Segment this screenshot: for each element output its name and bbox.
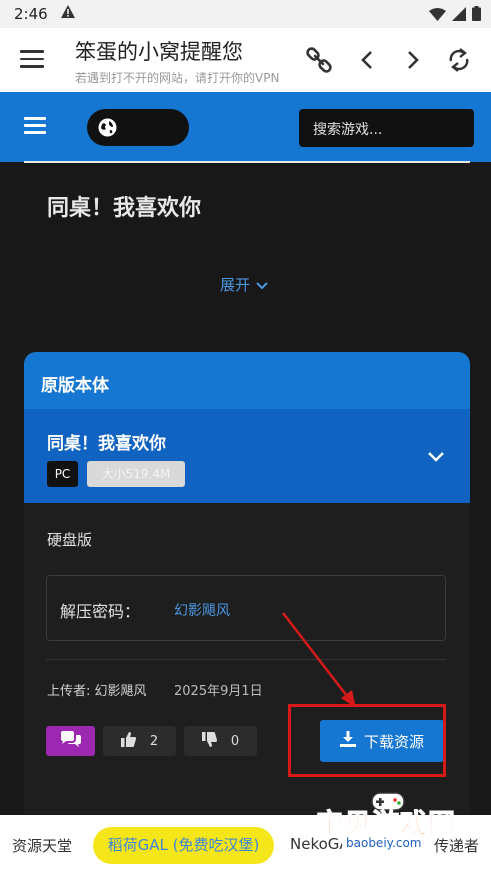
globe-icon — [98, 118, 117, 137]
link-icon[interactable] — [303, 44, 335, 76]
uploader: 上传者: 幻影飓风 — [47, 684, 147, 699]
dislike-count: 0 — [230, 733, 240, 749]
storage-type: 硬盘版 — [47, 531, 93, 549]
chevron-down-icon — [256, 276, 268, 294]
back-icon[interactable] — [351, 44, 383, 76]
size-badge: 大小519.4M — [87, 461, 185, 487]
watermark-logo: 宝贝游戏网 baobeiy.com — [310, 790, 490, 860]
search-input[interactable]: 搜索游戏... — [299, 109, 474, 147]
system-icons — [429, 6, 481, 25]
link-inari-gal[interactable]: 稻荷GAL (免费吃汉堡) — [93, 827, 274, 864]
menu-icon[interactable] — [20, 50, 44, 68]
resource-name: 同桌！我喜欢你 — [47, 434, 166, 454]
forward-icon[interactable] — [397, 44, 429, 76]
signal-icon — [452, 6, 466, 25]
comment-button[interactable] — [46, 726, 95, 756]
expand-button[interactable]: 展开 — [220, 274, 268, 295]
page-title: 同桌！我喜欢你 — [47, 196, 202, 221]
status-time: 2:46 — [14, 5, 48, 23]
resource-item[interactable]: 同桌！我喜欢你 PC 大小519.4M — [24, 409, 470, 503]
thumbs-up-icon — [120, 731, 136, 751]
platform-badge: PC — [47, 461, 78, 487]
annotation-highlight — [288, 704, 446, 777]
app-subtitle: 若遇到打不开的网站，请打开你的VPN — [75, 71, 280, 85]
card-separator — [46, 659, 446, 660]
like-button[interactable]: 2 — [103, 726, 176, 756]
dislike-button[interactable]: 0 — [184, 726, 257, 756]
like-count: 2 — [149, 733, 159, 749]
thumbs-down-icon — [201, 731, 217, 751]
site-menu-icon[interactable] — [24, 117, 46, 135]
upload-date: 2025年9月1日 — [174, 684, 263, 699]
app-title: 笨蛋的小窝提醒您 — [75, 40, 243, 64]
link-resource-heaven[interactable]: 资源天堂 — [12, 835, 72, 856]
status-bar: 2:46 — [0, 0, 491, 28]
theme-toggle[interactable] — [87, 109, 189, 146]
wifi-icon — [429, 7, 446, 25]
expand-label: 展开 — [220, 276, 251, 294]
refresh-icon[interactable] — [443, 44, 475, 76]
card-header: 原版本体 — [24, 352, 470, 409]
comments-icon — [60, 731, 82, 751]
watermark-url: baobeiy.com — [342, 836, 426, 850]
app-toolbar: 笨蛋的小窝提醒您 若遇到打不开的网站，请打开你的VPN — [0, 28, 491, 92]
password-label: 解压密码： — [60, 602, 141, 621]
site-header: 搜索游戏... — [0, 92, 491, 162]
password-box: 解压密码： 幻影飓风 — [46, 575, 446, 641]
header-divider — [24, 161, 470, 163]
warning-icon — [60, 4, 76, 23]
chevron-down-icon[interactable] — [427, 447, 445, 466]
password-value[interactable]: 幻影飓风 — [174, 600, 230, 620]
battery-icon — [472, 6, 481, 25]
